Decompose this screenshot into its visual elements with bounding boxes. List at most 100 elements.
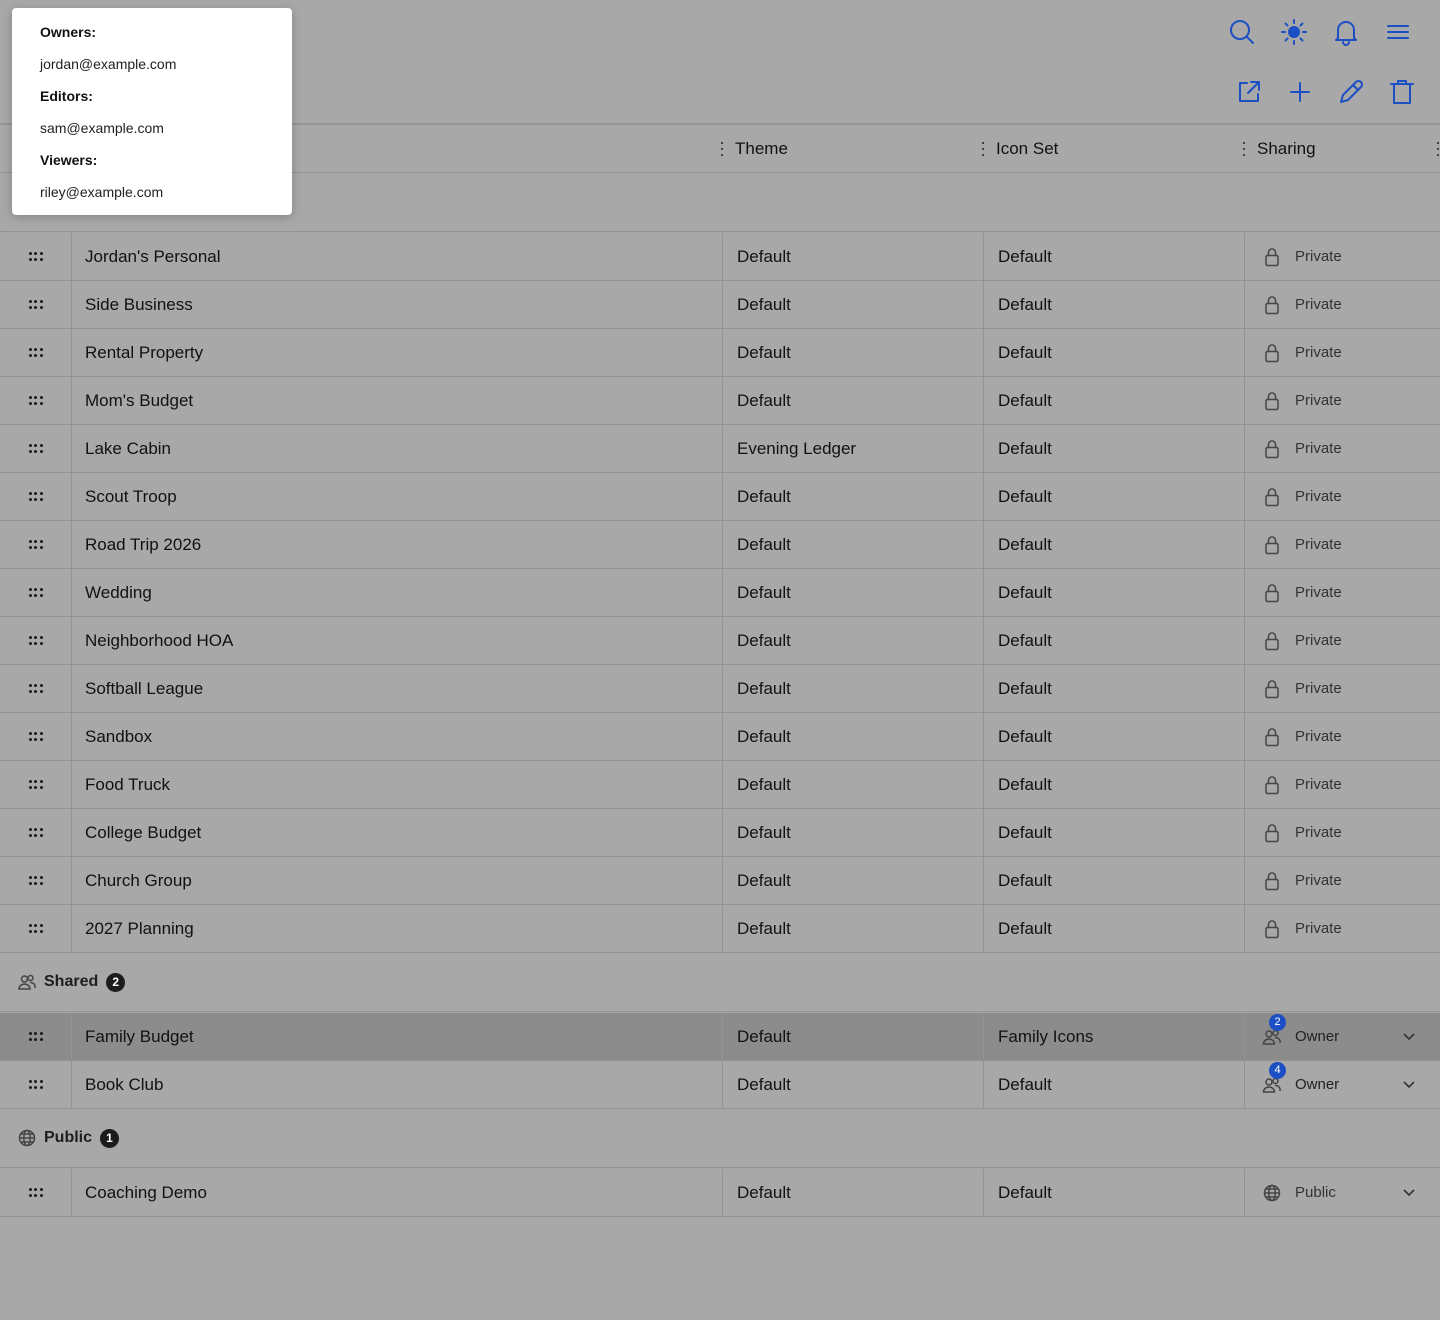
budget-name[interactable]: Rental Property [85, 329, 705, 376]
theme-cell[interactable]: Default [722, 761, 984, 808]
row-drag-handle[interactable] [0, 281, 72, 328]
theme-cell[interactable]: Default [722, 233, 984, 280]
theme-cell[interactable]: Default [722, 1169, 984, 1216]
budget-name[interactable]: Road Trip 2026 [85, 521, 705, 568]
menu-icon[interactable] [1380, 16, 1416, 48]
table-row[interactable]: Neighborhood HOA Default Default Private [0, 617, 1440, 665]
trash-icon[interactable] [1384, 76, 1420, 108]
icon-set-cell[interactable]: Default [983, 425, 1245, 472]
column-header-icon-set[interactable]: Icon Set [996, 125, 1058, 173]
row-drag-handle[interactable] [0, 713, 72, 760]
sharing-cell[interactable]: Private [1244, 233, 1440, 280]
column-header-theme[interactable]: Theme [735, 125, 788, 173]
sharing-cell[interactable]: Private [1244, 617, 1440, 664]
row-drag-handle[interactable] [0, 905, 72, 952]
row-drag-handle[interactable] [0, 857, 72, 904]
row-drag-handle[interactable] [0, 473, 72, 520]
budget-name[interactable]: Wedding [85, 569, 705, 616]
column-resize-handle[interactable] [981, 142, 985, 156]
table-row[interactable]: Sandbox Default Default Private [0, 713, 1440, 761]
icon-set-cell[interactable]: Default [983, 713, 1245, 760]
sharing-cell[interactable]: Private [1244, 329, 1440, 376]
theme-cell[interactable]: Default [722, 665, 984, 712]
icon-set-cell[interactable]: Default [983, 329, 1245, 376]
column-resize-handle[interactable] [720, 142, 724, 156]
budget-name[interactable]: Church Group [85, 857, 705, 904]
budget-name[interactable]: Softball League [85, 665, 705, 712]
plus-icon[interactable] [1282, 76, 1318, 108]
table-row[interactable]: Book Club Default Default 4 Owner [0, 1061, 1440, 1109]
sharing-cell[interactable]: Private [1244, 761, 1440, 808]
row-drag-handle[interactable] [0, 521, 72, 568]
theme-cell[interactable]: Default [722, 1061, 984, 1108]
sharing-cell[interactable]: 2 Owner [1244, 1013, 1440, 1060]
theme-cell[interactable]: Default [722, 905, 984, 952]
budget-name[interactable]: Neighborhood HOA [85, 617, 705, 664]
row-drag-handle[interactable] [0, 761, 72, 808]
sharing-cell[interactable]: Private [1244, 905, 1440, 952]
sharing-cell[interactable]: Private [1244, 425, 1440, 472]
icon-set-cell[interactable]: Family Icons [983, 1013, 1245, 1060]
icon-set-cell[interactable]: Default [983, 473, 1245, 520]
theme-cell[interactable]: Default [722, 857, 984, 904]
theme-cell[interactable]: Default [722, 377, 984, 424]
budget-name[interactable]: Food Truck [85, 761, 705, 808]
table-row[interactable]: Rental Property Default Default Private [0, 329, 1440, 377]
budget-name[interactable]: College Budget [85, 809, 705, 856]
icon-set-cell[interactable]: Default [983, 281, 1245, 328]
icon-set-cell[interactable]: Default [983, 569, 1245, 616]
table-row[interactable]: Food Truck Default Default Private [0, 761, 1440, 809]
row-drag-handle[interactable] [0, 665, 72, 712]
sharing-cell[interactable]: Private [1244, 569, 1440, 616]
chevron-down-icon[interactable] [1402, 1185, 1416, 1202]
row-drag-handle[interactable] [0, 1169, 72, 1216]
row-drag-handle[interactable] [0, 809, 72, 856]
icon-set-cell[interactable]: Default [983, 377, 1245, 424]
row-drag-handle[interactable] [0, 569, 72, 616]
sharing-cell[interactable]: Public [1244, 1169, 1440, 1216]
column-header-sharing[interactable]: Sharing [1257, 125, 1316, 173]
sharing-cell[interactable]: Private [1244, 377, 1440, 424]
icon-set-cell[interactable]: Default [983, 905, 1245, 952]
row-drag-handle[interactable] [0, 1013, 72, 1060]
sharing-cell[interactable]: Private [1244, 857, 1440, 904]
budget-name[interactable]: Lake Cabin [85, 425, 705, 472]
sharing-cell[interactable]: 4 Owner [1244, 1061, 1440, 1108]
theme-cell[interactable]: Default [722, 809, 984, 856]
table-row[interactable]: Church Group Default Default Private [0, 857, 1440, 905]
theme-cell[interactable]: Default [722, 473, 984, 520]
budget-name[interactable]: Family Budget [85, 1013, 705, 1060]
table-row[interactable]: Scout Troop Default Default Private [0, 473, 1440, 521]
row-drag-handle[interactable] [0, 1061, 72, 1108]
row-drag-handle[interactable] [0, 329, 72, 376]
group-header-public[interactable]: Public 1 [0, 1109, 1440, 1168]
sharing-cell[interactable]: Private [1244, 521, 1440, 568]
icon-set-cell[interactable]: Default [983, 521, 1245, 568]
sharing-cell[interactable]: Private [1244, 809, 1440, 856]
icon-set-cell[interactable]: Default [983, 857, 1245, 904]
table-row[interactable]: 2027 Planning Default Default Private [0, 905, 1440, 953]
budget-name[interactable]: Coaching Demo [85, 1169, 705, 1216]
theme-cell[interactable]: Evening Ledger [722, 425, 984, 472]
icon-set-cell[interactable]: Default [983, 1061, 1245, 1108]
theme-cell[interactable]: Default [722, 1013, 984, 1060]
table-row[interactable]: Wedding Default Default Private [0, 569, 1440, 617]
chevron-down-icon[interactable] [1402, 1077, 1416, 1094]
search-icon[interactable] [1224, 16, 1260, 48]
theme-cell[interactable]: Default [722, 617, 984, 664]
table-row[interactable]: Side Business Default Default Private [0, 281, 1440, 329]
icon-set-cell[interactable]: Default [983, 233, 1245, 280]
table-row[interactable]: Road Trip 2026 Default Default Private [0, 521, 1440, 569]
theme-cell[interactable]: Default [722, 281, 984, 328]
budget-name[interactable]: Jordan's Personal [85, 233, 705, 280]
table-row[interactable]: Coaching Demo Default Default Public [0, 1169, 1440, 1217]
chevron-down-icon[interactable] [1402, 1029, 1416, 1046]
row-drag-handle[interactable] [0, 425, 72, 472]
row-drag-handle[interactable] [0, 617, 72, 664]
column-resize-handle[interactable] [1242, 142, 1246, 156]
icon-set-cell[interactable]: Default [983, 617, 1245, 664]
sharing-cell[interactable]: Private [1244, 473, 1440, 520]
budget-name[interactable]: 2027 Planning [85, 905, 705, 952]
bell-icon[interactable] [1328, 16, 1364, 48]
sharing-cell[interactable]: Private [1244, 713, 1440, 760]
